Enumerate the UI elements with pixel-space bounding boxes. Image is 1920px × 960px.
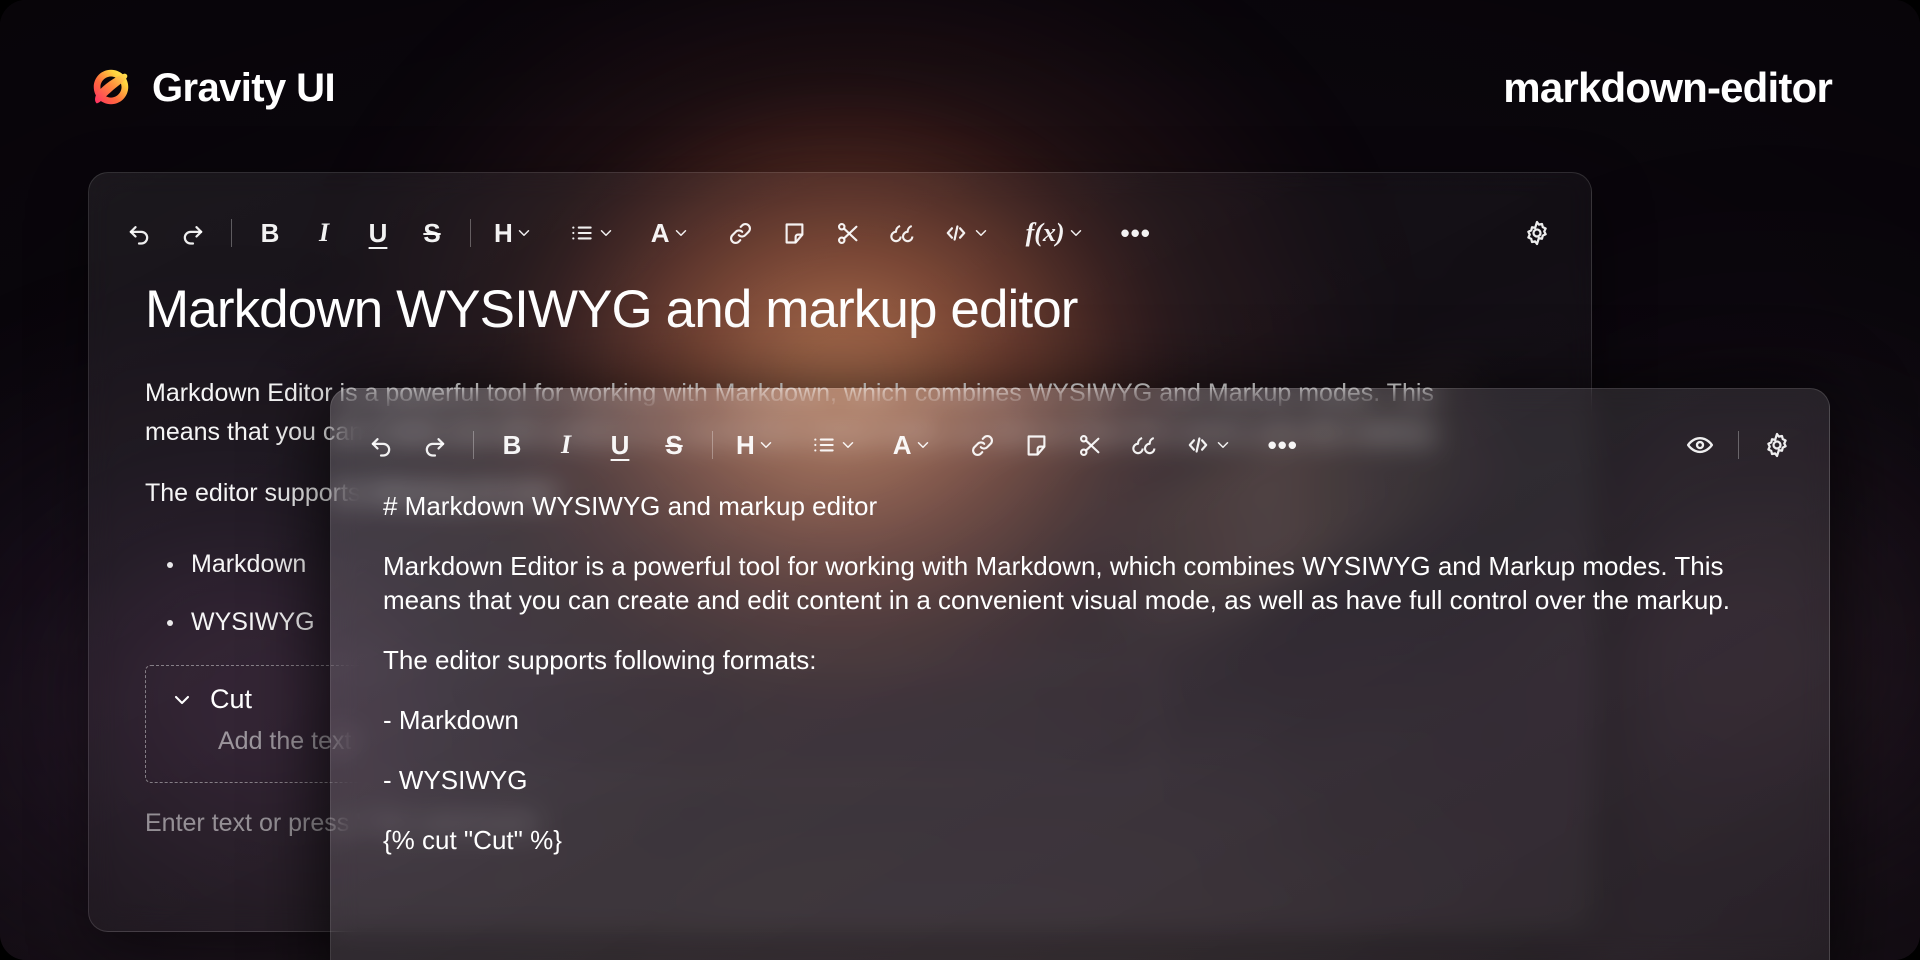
italic-button[interactable]: I <box>302 211 346 255</box>
text-style-dropdown[interactable]: A <box>644 211 697 255</box>
toolbar-separator <box>470 219 471 247</box>
markup-editor-panel[interactable]: B I U S H A ••• # Markdown WYSIWYG and m… <box>330 388 1830 960</box>
settings-button[interactable] <box>1755 423 1799 467</box>
repo-name: markdown-editor <box>1503 64 1833 111</box>
brand: Gravity UI <box>88 65 336 111</box>
code-dropdown[interactable] <box>935 211 997 255</box>
more-button[interactable]: ••• <box>1114 211 1158 255</box>
markup-heading-line: # Markdown WYSIWYG and markup editor <box>383 491 878 521</box>
scissors-icon <box>1080 434 1100 456</box>
markup-document[interactable]: # Markdown WYSIWYG and markup editor Mar… <box>331 477 1829 857</box>
settings-button[interactable] <box>1515 211 1559 255</box>
math-dropdown[interactable]: f(x) <box>1019 211 1092 255</box>
screenshot-root: Gravity UI markdown-editor B I U S H A f… <box>0 0 1920 960</box>
italic-button[interactable]: I <box>544 423 588 467</box>
quote-button[interactable] <box>1123 423 1167 467</box>
strikethrough-button[interactable]: S <box>410 211 454 255</box>
link-icon <box>972 434 994 456</box>
link-button[interactable] <box>719 211 763 255</box>
chevron-down-icon <box>518 230 530 236</box>
quote-button[interactable] <box>881 211 925 255</box>
scissors-icon <box>838 222 858 244</box>
markup-paragraph: Markdown Editor is a powerful tool for w… <box>383 551 1730 615</box>
chevron-down-icon <box>760 442 772 448</box>
gear-icon <box>1767 432 1787 458</box>
list-dropdown[interactable] <box>804 423 864 467</box>
heading-dropdown[interactable]: H <box>729 423 782 467</box>
strikethrough-button[interactable]: S <box>652 423 696 467</box>
chevron-down-icon <box>1217 442 1228 448</box>
code-dropdown[interactable] <box>1177 423 1239 467</box>
list-dropdown[interactable] <box>562 211 622 255</box>
underline-button[interactable]: U <box>598 423 642 467</box>
gravity-planet-logo-icon <box>88 65 134 111</box>
toolbar-separator <box>1738 431 1739 459</box>
document-heading: Markdown WYSIWYG and markup editor <box>145 280 1078 339</box>
chevron-down-icon <box>174 695 190 704</box>
cut-block-title: Cut <box>210 684 253 714</box>
chevron-down-icon <box>1070 230 1081 236</box>
page-header: Gravity UI markdown-editor <box>0 52 1920 124</box>
cut-button[interactable] <box>1069 423 1113 467</box>
chevron-down-icon <box>917 442 928 448</box>
underline-button[interactable]: U <box>356 211 400 255</box>
bold-button[interactable]: B <box>490 423 534 467</box>
quote-icon <box>1131 437 1155 455</box>
note-button[interactable] <box>1015 423 1059 467</box>
heading-dropdown[interactable]: H <box>487 211 540 255</box>
wysiwyg-toolbar[interactable]: B I U S H A f(x) ••• <box>89 201 1591 265</box>
link-button[interactable] <box>961 423 1005 467</box>
chevron-down-icon <box>975 230 986 236</box>
markup-toolbar[interactable]: B I U S H A ••• <box>331 413 1829 477</box>
brand-name: Gravity UI <box>152 65 336 110</box>
gear-icon <box>1527 220 1547 246</box>
undo-icon[interactable] <box>117 211 161 255</box>
code-icon <box>946 225 965 241</box>
more-button[interactable]: ••• <box>1261 423 1305 467</box>
markup-item-wysiwyg: - WYSIWYG <box>383 765 528 795</box>
markup-item-markdown: - Markdown <box>383 705 519 735</box>
note-icon <box>1027 434 1046 456</box>
note-icon <box>785 222 804 244</box>
chevron-down-icon <box>675 230 686 236</box>
redo-icon[interactable] <box>413 423 457 467</box>
preview-button[interactable] <box>1678 423 1722 467</box>
text-style-dropdown[interactable]: A <box>886 423 939 467</box>
chevron-down-icon <box>600 230 612 236</box>
toolbar-separator <box>231 219 232 247</box>
bulleted-list-icon <box>814 438 834 452</box>
chevron-down-icon <box>842 442 854 448</box>
quote-icon <box>889 225 913 243</box>
eye-icon <box>1686 436 1714 454</box>
note-button[interactable] <box>773 211 817 255</box>
toolbar-separator <box>473 431 474 459</box>
code-icon <box>1188 437 1207 453</box>
markup-cut-directive: {% cut "Cut" %} <box>383 825 562 855</box>
bulleted-list-icon <box>572 226 592 240</box>
link-icon <box>730 222 752 244</box>
markup-formats-intro: The editor supports following formats: <box>383 645 817 675</box>
toolbar-separator <box>712 431 713 459</box>
undo-icon[interactable] <box>359 423 403 467</box>
cut-button[interactable] <box>827 211 871 255</box>
redo-icon[interactable] <box>171 211 215 255</box>
bold-button[interactable]: B <box>248 211 292 255</box>
